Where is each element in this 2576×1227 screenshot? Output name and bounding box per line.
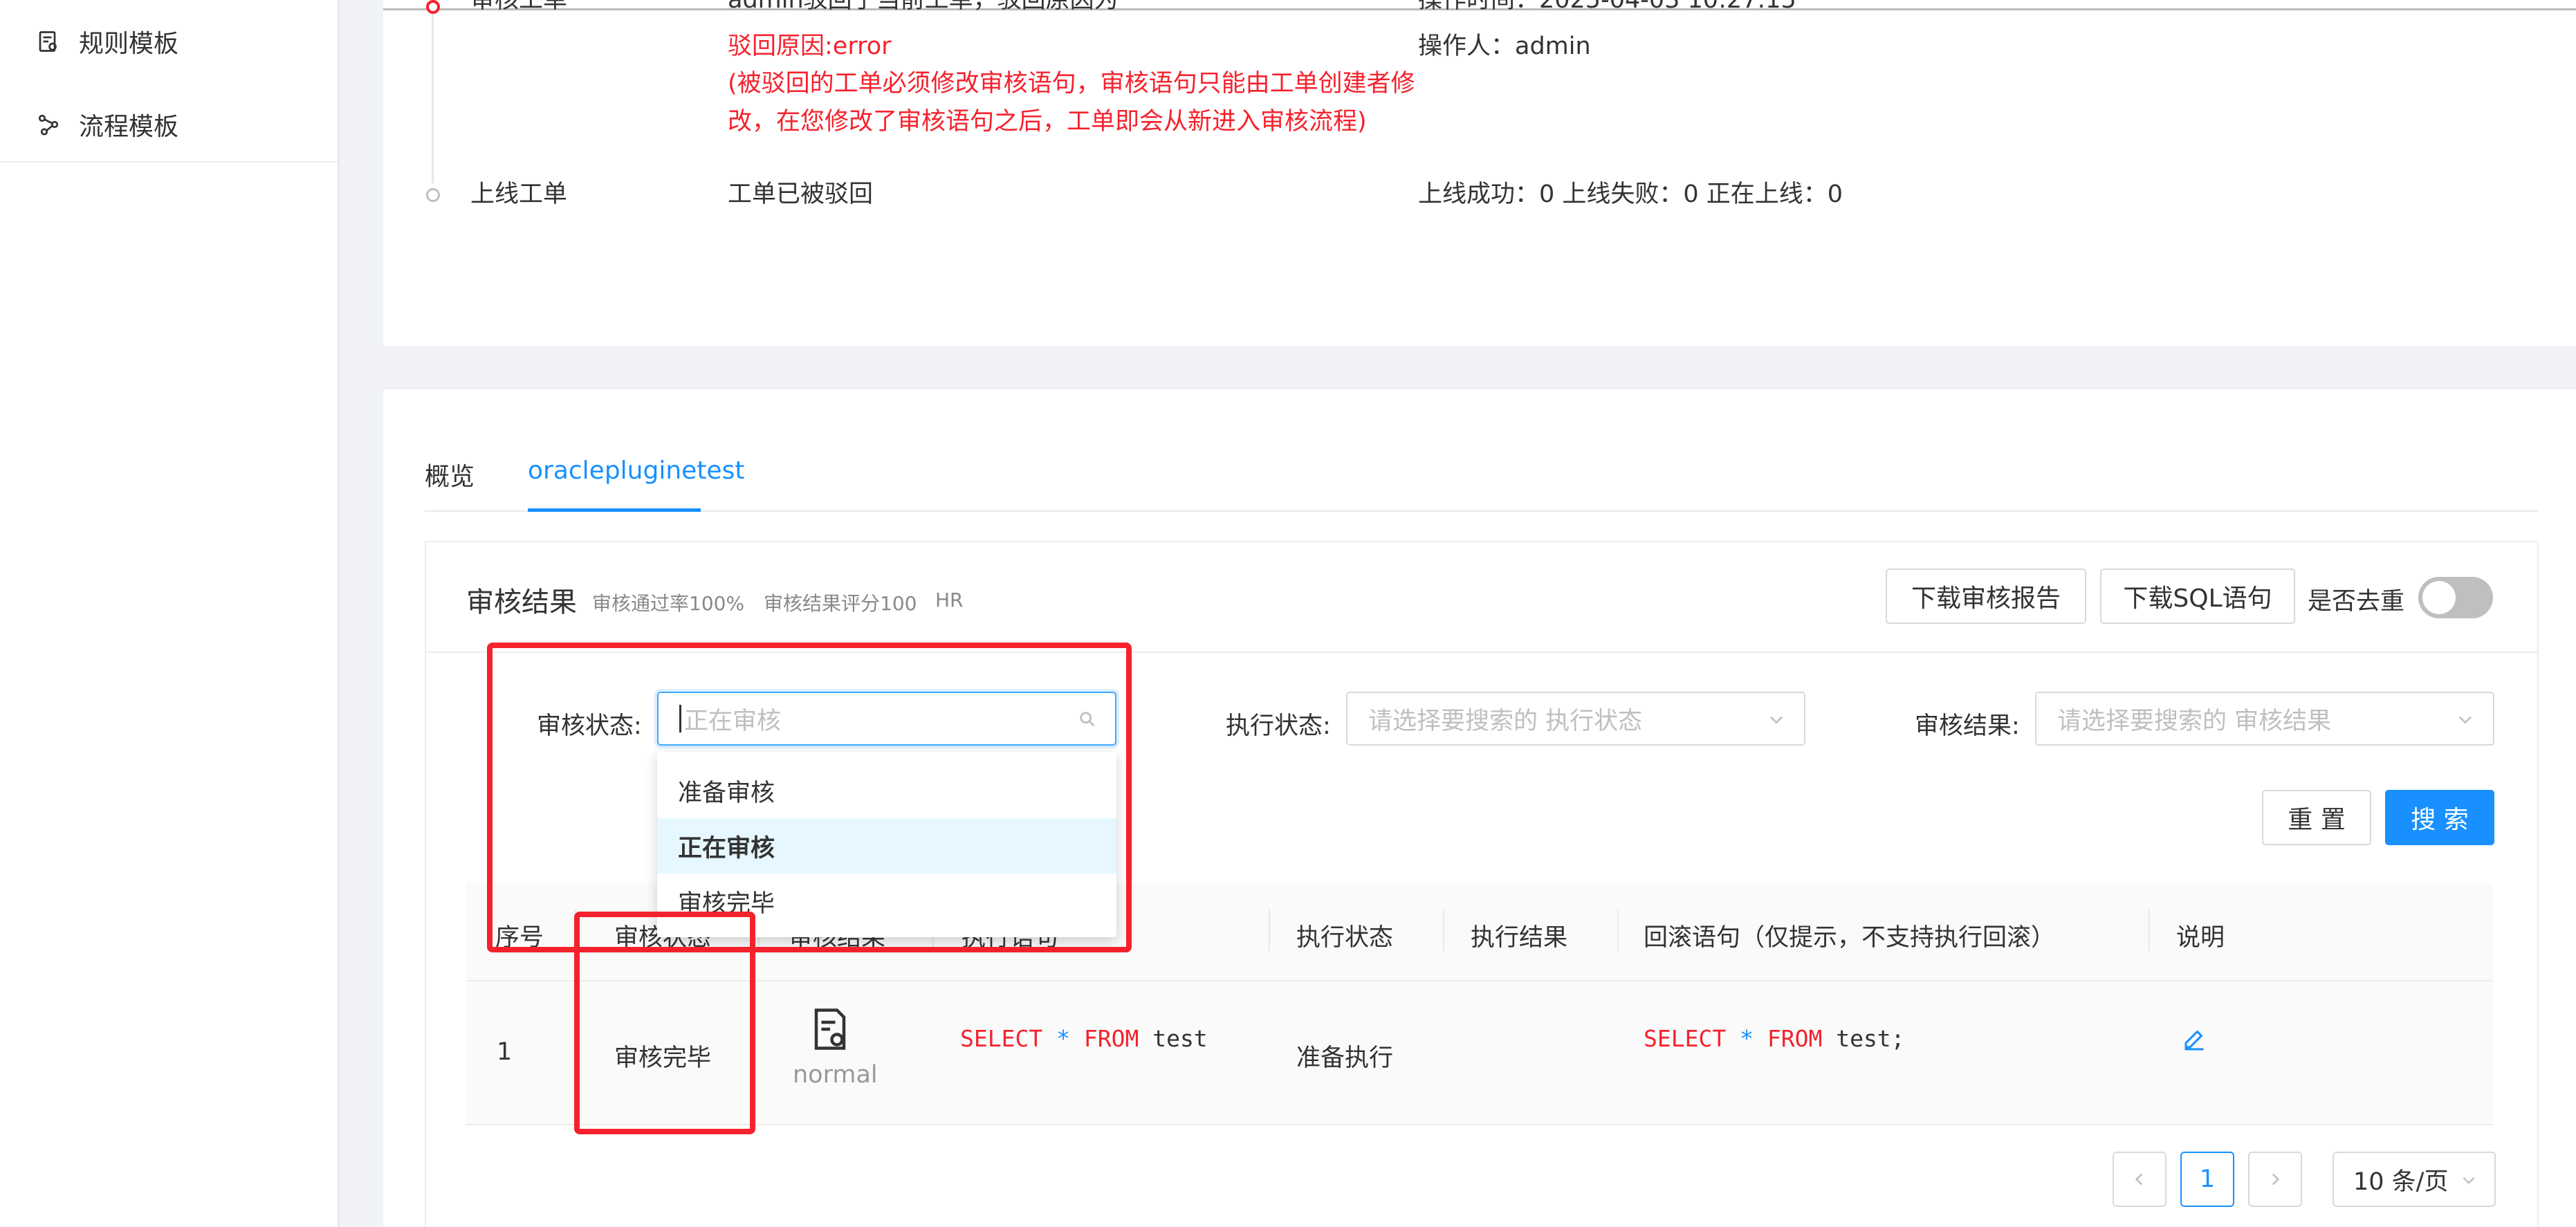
edit-icon[interactable] [2182, 1026, 2207, 1051]
exec-status-label: 执行状态: [1226, 712, 1331, 740]
tab-datasource[interactable]: oraclepluginetest [528, 456, 744, 485]
operator: 操作人：admin [1418, 33, 1591, 60]
search-button[interactable]: 搜 索 [2385, 790, 2494, 845]
sql-table: test [1152, 1025, 1208, 1052]
cell-index: 1 [497, 1038, 513, 1066]
timeline-dot-audit [426, 0, 440, 14]
chevron-down-icon [2458, 716, 2472, 724]
result-score: 审核结果评分100 [764, 592, 917, 615]
reject-reason: 驳回原因:error [728, 33, 892, 60]
reset-button[interactable]: 重 置 [2262, 790, 2371, 845]
chevron-down-icon [1769, 716, 1783, 724]
reject-message: admin驳回了当前工单，驳回原因为 [728, 0, 1119, 14]
timeline-dot-online [426, 188, 440, 202]
sql-table: test; [1836, 1025, 1905, 1052]
audit-status-select-value: 正在审核 [684, 707, 782, 735]
workflow-template-icon [38, 114, 59, 136]
exec-status-select[interactable]: 请选择要搜索的 执行状态 [1346, 692, 1805, 746]
col-exec-result: 执行结果 [1471, 924, 1568, 952]
col-index: 序号 [495, 924, 544, 952]
timeline-step-audit: 审核工单 [470, 0, 568, 14]
sql-operator: * [1740, 1025, 1754, 1052]
col-separator [1617, 910, 1619, 951]
sidebar-item-workflow-template[interactable]: 流程模板 [36, 107, 178, 142]
sql-keyword: SELECT [960, 1025, 1043, 1052]
hr-badge: HR [935, 589, 964, 611]
dedup-label: 是否去重 [2308, 588, 2405, 616]
chevron-right-icon [2272, 1173, 2280, 1186]
sidebar-item-rule-template[interactable]: 规则模板 [36, 24, 178, 59]
timeline-step-online: 上线工单 [470, 181, 568, 208]
next-page-button[interactable] [2248, 1152, 2302, 1207]
sidebar-divider [0, 161, 338, 163]
audit-status-select[interactable]: 正在审核 [657, 692, 1116, 746]
dropdown-option[interactable]: 审核完毕 [657, 874, 1116, 929]
tab-overview[interactable]: 概览 [425, 456, 475, 492]
audit-result-placeholder: 请选择要搜索的 审核结果 [2057, 707, 2332, 735]
sql-keyword: FROM [1083, 1025, 1139, 1052]
audit-status-label: 审核状态: [537, 712, 642, 740]
tab-active-indicator [528, 508, 701, 512]
prev-page-button[interactable] [2113, 1152, 2166, 1207]
cell-audit-status: 审核完毕 [614, 1044, 712, 1072]
exec-status-placeholder: 请选择要搜索的 执行状态 [1368, 707, 1643, 735]
sidebar-item-label: 规则模板 [79, 30, 179, 58]
panel-divider [426, 652, 2537, 653]
sql-operator: * [1056, 1025, 1070, 1052]
reject-note-line1: (被驳回的工单必须修改审核语句，审核语句只能由工单创建者修 [728, 70, 1415, 98]
col-rollback-sql: 回滚语句（仅提示，不支持执行回滚） [1644, 924, 2056, 952]
col-separator [1443, 910, 1444, 951]
online-status: 工单已被驳回 [728, 181, 874, 208]
dropdown-option[interactable]: 准备审核 [657, 763, 1116, 818]
cell-exec-status: 准备执行 [1296, 1044, 1394, 1072]
sql-keyword: SELECT [1644, 1025, 1727, 1052]
col-exec-status: 执行状态 [1296, 924, 1394, 952]
col-separator [574, 910, 576, 951]
sidebar: 规则模板 流程模板 [0, 0, 340, 1227]
dedup-toggle[interactable] [2418, 577, 2493, 618]
operation-time: 操作时间：2025-04-03 10:27:15 [1418, 0, 1796, 14]
cell-rollback-sql: SELECT * FROM test; [1644, 1025, 1905, 1052]
audit-status-dropdown: 准备审核 正在审核 审核完毕 [657, 752, 1116, 937]
chevron-down-icon [2463, 1177, 2475, 1185]
toggle-knob [2422, 581, 2456, 614]
col-description: 说明 [2176, 924, 2225, 952]
download-report-button[interactable]: 下载审核报告 [1886, 569, 2086, 624]
page-size-value: 10 条/页 [2353, 1168, 2449, 1196]
dropdown-option-selected[interactable]: 正在审核 [657, 818, 1116, 874]
col-separator [1269, 910, 1270, 951]
timeline-connector [432, 0, 434, 183]
pass-rate: 审核通过率100% [592, 592, 745, 615]
tabs-divider [425, 510, 2539, 512]
page-size-select[interactable]: 10 条/页 [2333, 1152, 2496, 1207]
col-separator [2149, 910, 2150, 951]
table-row [466, 981, 2493, 1125]
sidebar-item-label: 流程模板 [79, 113, 179, 141]
cell-audit-result: normal [793, 1061, 878, 1089]
cell-exec-sql: SELECT * FROM test [960, 1025, 1208, 1052]
online-stats: 上线成功：0 上线失败：0 正在上线：0 [1418, 181, 1843, 208]
page-button-current[interactable]: 1 [2180, 1152, 2234, 1207]
audit-report-icon[interactable] [809, 1006, 851, 1052]
chevron-left-icon [2135, 1173, 2143, 1186]
sql-keyword: FROM [1767, 1025, 1823, 1052]
audit-result-label: 审核结果: [1915, 712, 2020, 740]
text-cursor [679, 705, 681, 732]
search-icon [1080, 712, 1095, 727]
result-title: 审核结果 [466, 587, 577, 618]
reject-note-line2: 改，在您修改了审核语句之后，工单即会从新进入审核流程) [728, 108, 1367, 136]
audit-result-select[interactable]: 请选择要搜索的 审核结果 [2035, 692, 2494, 746]
rule-template-icon [39, 31, 57, 52]
download-sql-button[interactable]: 下载SQL语句 [2100, 569, 2295, 624]
